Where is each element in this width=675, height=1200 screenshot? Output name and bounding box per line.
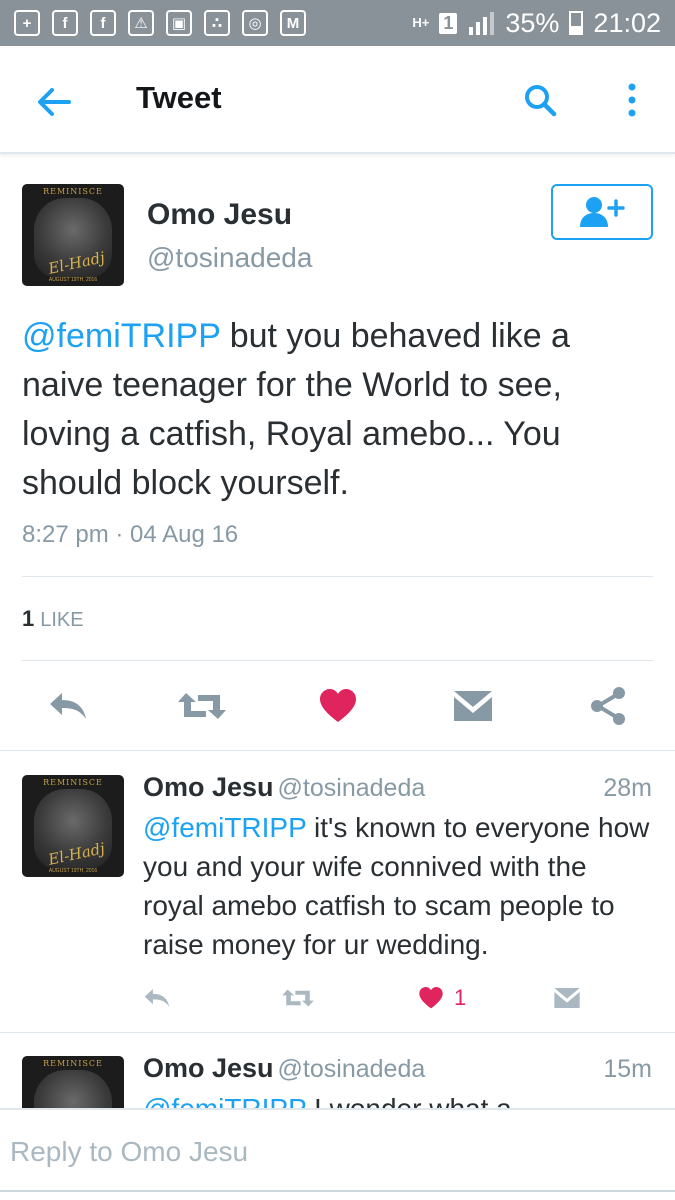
- reply-text: @femiTRIPP it's known to everyone how yo…: [143, 808, 653, 964]
- mention-link[interactable]: @femiTRIPP: [143, 1093, 306, 1108]
- reply-avatar[interactable]: REMINISCE El-Hadj AUGUST 19TH, 2016: [22, 1056, 124, 1108]
- reply-input-underline: [0, 1190, 675, 1192]
- divider: [0, 750, 675, 751]
- avatar-bottom-text: AUGUST 19TH, 2016: [48, 868, 98, 874]
- reply-time: 28m: [603, 774, 652, 802]
- avatar[interactable]: REMINISCE El-Hadj AUGUST 19TH, 2016: [22, 184, 124, 286]
- direct-message-button[interactable]: [447, 680, 499, 732]
- divider: [22, 660, 653, 661]
- reply-button[interactable]: [142, 980, 172, 1016]
- heart-icon: [320, 689, 356, 722]
- retweet-button[interactable]: [281, 980, 315, 1016]
- network-type: H+: [412, 15, 430, 30]
- like-count: 1: [454, 985, 467, 1010]
- status-bar: + f f ⚠ ▣ ∴ ◎ M H+ 1 35% 21:02: [0, 0, 675, 46]
- battery-icon: [569, 11, 584, 35]
- reply-icon: [50, 693, 86, 719]
- status-right: H+ 1 35% 21:02: [412, 8, 661, 39]
- reply-avatar[interactable]: REMINISCE El-Hadj AUGUST 19TH, 2016: [22, 775, 124, 877]
- like-count: 1: [22, 606, 35, 631]
- share-button[interactable]: [582, 680, 634, 732]
- reply-text: @femiTRIPP I wonder what a: [143, 1089, 653, 1108]
- facebook-icon: f: [52, 10, 78, 36]
- more-vertical-icon: [628, 83, 636, 117]
- clock: 21:02: [593, 7, 661, 38]
- tweet-author-handle[interactable]: @tosinadeda: [147, 242, 312, 274]
- tweet-timestamp: 8:27 pm · 04 Aug 16: [22, 521, 239, 548]
- follow-button[interactable]: [551, 184, 653, 240]
- instagram-icon: ◎: [242, 10, 268, 36]
- avatar-top-text: REMINISCE: [43, 1059, 103, 1068]
- mention-link[interactable]: @femiTRIPP: [143, 812, 306, 843]
- reply-item[interactable]: REMINISCE El-Hadj AUGUST 19TH, 2016 Omo …: [0, 1032, 675, 1108]
- gallery-icon: ▣: [166, 10, 192, 36]
- reply-time: 15m: [603, 1055, 652, 1083]
- notification-icons: + f f ⚠ ▣ ∴ ◎ M: [14, 10, 306, 36]
- envelope-icon: [554, 988, 580, 1008]
- search-button[interactable]: [518, 78, 562, 122]
- gmail-icon: M: [280, 10, 306, 36]
- reply-author[interactable]: Omo Jesu @tosinadeda: [143, 772, 425, 803]
- mention-link[interactable]: @femiTRIPP: [22, 317, 220, 355]
- reply-actions: 1: [0, 980, 675, 1016]
- like-button[interactable]: [312, 680, 364, 732]
- reply-icon: [144, 989, 170, 1007]
- reply-composer: [0, 1108, 675, 1200]
- reply-author-name: Omo Jesu: [143, 772, 274, 802]
- like-button[interactable]: 1: [418, 980, 466, 1016]
- like-stats[interactable]: 1 LIKE: [22, 606, 84, 632]
- facebook-icon: f: [90, 10, 116, 36]
- reply-author[interactable]: Omo Jesu @tosinadeda: [143, 1053, 425, 1084]
- add-user-icon: [580, 197, 625, 227]
- bbm-icon: ∴: [204, 10, 230, 36]
- page-title: Tweet: [136, 80, 222, 115]
- avatar-bottom-text: AUGUST 19TH, 2016: [48, 277, 98, 283]
- signal-icon: [469, 12, 495, 35]
- tweet-author-name[interactable]: Omo Jesu: [147, 198, 292, 232]
- tweet-text: @femiTRIPP but you behaved like a naive …: [22, 312, 652, 508]
- app-bar: Tweet: [0, 46, 675, 154]
- reply-input[interactable]: [10, 1136, 650, 1168]
- retweet-icon: [282, 989, 314, 1007]
- tweet-actions: [0, 680, 675, 732]
- back-button[interactable]: [30, 78, 78, 126]
- avatar-top-text: REMINISCE: [43, 187, 103, 196]
- reply-author-handle: @tosinadeda: [277, 774, 426, 802]
- share-icon: [591, 687, 625, 725]
- retweet-icon: [178, 693, 226, 719]
- avatar-top-text: REMINISCE: [43, 778, 103, 787]
- like-label: LIKE: [40, 609, 84, 631]
- reply-author-name: Omo Jesu: [143, 1053, 274, 1083]
- sim-indicator: 1: [439, 12, 458, 34]
- back-arrow-icon: [38, 88, 71, 116]
- envelope-icon: [454, 691, 492, 721]
- more-options-button[interactable]: [614, 76, 650, 124]
- accessibility-icon: ⚠: [128, 10, 154, 36]
- battery-percent: 35%: [505, 7, 560, 38]
- heart-icon: [419, 986, 443, 1009]
- divider: [22, 576, 653, 577]
- plus-icon: +: [14, 10, 40, 36]
- direct-message-button[interactable]: [553, 980, 581, 1016]
- reply-body: I wonder what a: [306, 1093, 512, 1108]
- reply-author-handle: @tosinadeda: [277, 1055, 426, 1083]
- avatar-face: [34, 1070, 112, 1108]
- search-icon: [525, 85, 557, 117]
- reply-button[interactable]: [42, 680, 94, 732]
- retweet-button[interactable]: [176, 680, 228, 732]
